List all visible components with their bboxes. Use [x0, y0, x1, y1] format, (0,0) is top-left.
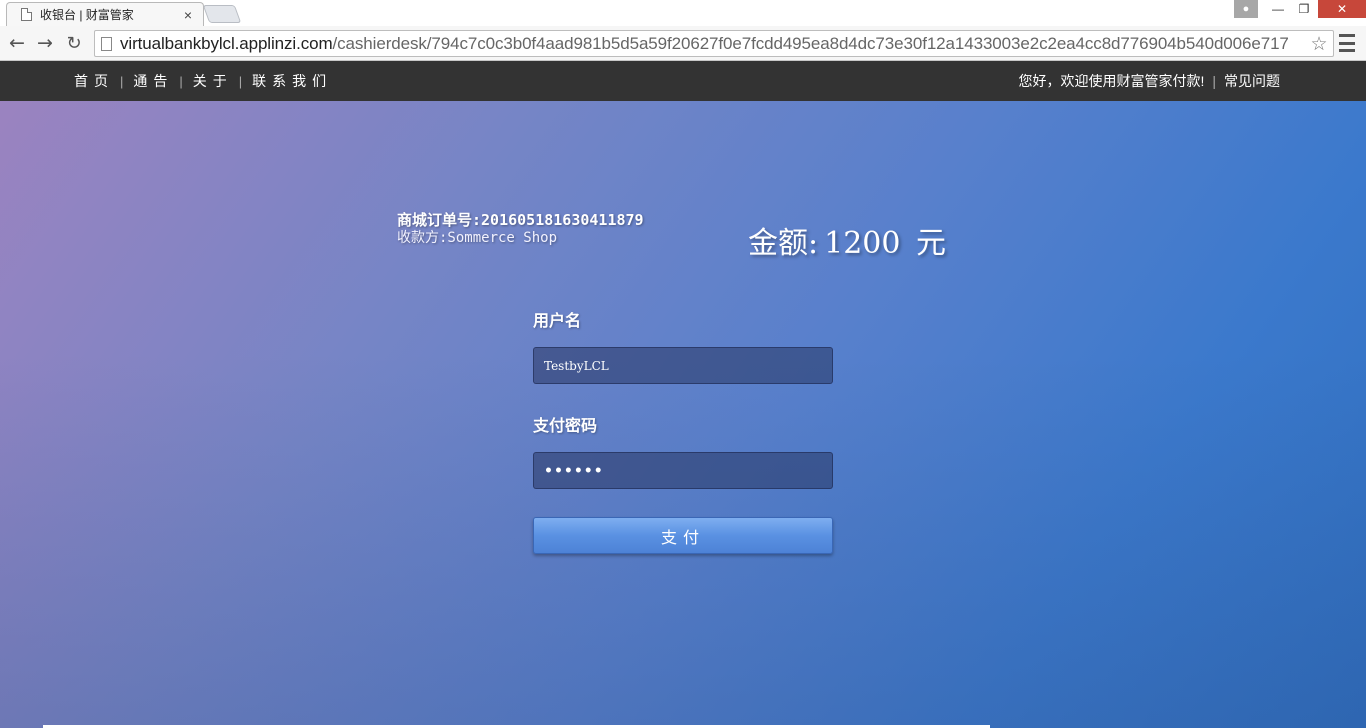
username-input[interactable]	[533, 347, 833, 384]
minimize-icon[interactable]: —	[1266, 0, 1290, 18]
address-bar[interactable]: virtualbankbylcl.applinzi.com/cashierdes…	[94, 30, 1334, 57]
nav-separator: |	[1212, 73, 1216, 89]
restore-icon[interactable]: ❐	[1292, 0, 1316, 18]
payment-form: 用户名 支付密码 支付	[533, 307, 833, 554]
nav-link-contact[interactable]: 联系我们	[252, 71, 332, 91]
payment-amount: 金额: 1200 元	[748, 218, 952, 262]
url-host: virtualbankbylcl.applinzi.com	[120, 33, 333, 53]
browser-toolbar: ← → ↻ virtualbankbylcl.applinzi.com/cash…	[0, 26, 1366, 61]
site-nav-links: 首页 | 通告 | 关于 | 联系我们	[74, 61, 332, 101]
nav-separator: |	[120, 73, 124, 89]
browser-tabstrip: 收银台 | 财富管家 × ● — ❐ ✕	[0, 0, 1366, 26]
order-number: 商城订单号:201605181630411879	[397, 211, 644, 229]
site-navbar: 首页 | 通告 | 关于 | 联系我们 您好，欢迎使用财富管家付款! | 常见问…	[0, 61, 1366, 101]
nav-link-faq[interactable]: 常见问题	[1224, 71, 1280, 91]
nav-link-about[interactable]: 关于	[193, 71, 233, 91]
pay-button[interactable]: 支付	[533, 517, 833, 554]
bookmark-star-icon[interactable]: ☆	[1307, 33, 1331, 56]
user-profile-icon[interactable]: ●	[1234, 0, 1258, 18]
order-info: 商城订单号:201605181630411879 收款方:Sommerce Sh…	[397, 211, 644, 247]
url-path: /cashierdesk/794c7c0c3b0f4aad981b5d5a59f…	[332, 33, 1289, 53]
url-text: virtualbankbylcl.applinzi.com/cashierdes…	[120, 34, 1289, 54]
tab-title: 收银台 | 财富管家	[40, 8, 134, 22]
amount-label: 金额:	[748, 226, 819, 261]
page-icon	[101, 36, 112, 51]
nav-link-notice[interactable]: 通告	[133, 71, 173, 91]
new-tab-button[interactable]	[202, 5, 242, 23]
amount-unit: 元	[916, 226, 947, 261]
nav-link-home[interactable]: 首页	[74, 71, 114, 91]
cashier-panel: 商城订单号:201605181630411879 收款方:Sommerce Sh…	[0, 101, 1366, 728]
page-icon	[21, 8, 32, 21]
nav-separator: |	[179, 73, 183, 89]
amount-value: 1200	[824, 226, 901, 261]
browser-tab[interactable]: 收银台 | 财富管家 ×	[6, 2, 204, 26]
password-input[interactable]	[533, 452, 833, 489]
reload-icon[interactable]: ↻	[61, 31, 87, 55]
payee: 收款方:Sommerce Shop	[397, 230, 558, 246]
window-close-icon[interactable]: ✕	[1318, 0, 1366, 18]
browser-menu-icon[interactable]	[1339, 34, 1355, 52]
back-arrow-icon[interactable]: ←	[4, 31, 30, 55]
forward-arrow-icon[interactable]: →	[32, 31, 58, 55]
welcome-text: 您好，欢迎使用财富管家付款!	[1018, 73, 1205, 89]
site-nav-right: 您好，欢迎使用财富管家付款! | 常见问题	[1018, 61, 1280, 101]
password-label: 支付密码	[533, 418, 598, 435]
tab-close-icon[interactable]: ×	[181, 8, 195, 22]
username-label: 用户名	[533, 313, 582, 330]
nav-separator: |	[238, 73, 243, 89]
